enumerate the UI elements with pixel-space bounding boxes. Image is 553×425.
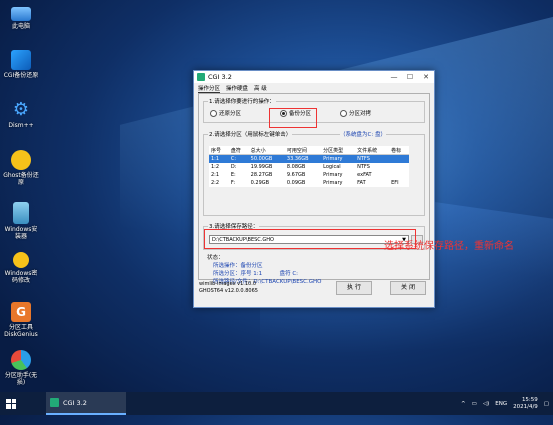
close-window-button[interactable]: ✕ — [418, 73, 434, 81]
status-title: 状态： — [207, 255, 224, 261]
language-indicator[interactable]: ENG — [495, 401, 507, 407]
chevron-up-icon[interactable]: ^ — [461, 401, 466, 407]
desktop-icon-this-pc[interactable]: 此电脑 — [2, 4, 40, 30]
table-header-row: 序号 盘符 总大小 可用空间 分区类型 文件系统 卷标 — [209, 146, 409, 155]
notification-icon[interactable]: ▢ — [544, 401, 549, 407]
partition-table: 序号 盘符 总大小 可用空间 分区类型 文件系统 卷标 1:1 C: 50.00… — [209, 146, 409, 187]
radio-restore[interactable]: 还原分区 — [210, 109, 241, 117]
operation-label: 1.请选择你要进行的操作： — [208, 97, 276, 105]
table-row[interactable]: 1:2 D: 19.99GB 8.08GB Logical NTFS — [209, 163, 409, 171]
battery-icon[interactable]: ▭ — [472, 401, 477, 407]
radio-copy[interactable]: 分区对拷 — [340, 109, 371, 117]
col-index: 序号 — [209, 146, 229, 155]
tab-bar: 操作分区 操作硬盘 高 级 — [194, 83, 434, 93]
key-icon — [13, 252, 29, 268]
desktop-icon-cgi[interactable]: CGI备份还原 — [2, 50, 40, 79]
table-row[interactable]: 2:1 E: 28.27GB 9.67GB Primary exFAT — [209, 171, 409, 179]
col-label: 卷标 — [389, 146, 409, 155]
clock-date: 2021/4/9 — [513, 403, 538, 410]
clock[interactable]: 15:59 2021/4/9 — [513, 397, 538, 411]
tab-partition[interactable]: 操作分区 — [198, 84, 221, 93]
status-partition: 所选分区：序号 1:1 盘符 C: — [213, 271, 299, 277]
volume-icon[interactable]: ◁) — [483, 401, 489, 407]
col-free: 可用空间 — [284, 146, 322, 155]
cgi-app-icon — [197, 73, 205, 81]
col-type: 分区类型 — [321, 146, 356, 155]
diskgenius-icon: G — [11, 302, 31, 322]
tab-advanced[interactable]: 高 级 — [254, 84, 267, 92]
desktop-icon-dism[interactable]: ⚙ Dism++ — [2, 99, 40, 130]
desktop-icon-ghost[interactable]: Ghost备份还原 — [2, 150, 40, 186]
window-title: CGI 3.2 — [208, 73, 232, 81]
clock-time: 15:59 — [521, 396, 538, 403]
table-row[interactable]: 2:2 F: 0.29GB 0.09GB Primary FAT EFI — [209, 179, 409, 187]
ghost-icon — [11, 150, 31, 170]
windows-logo-icon — [6, 398, 16, 409]
ghost-version: GHOST64 v12.0.0.8065 — [199, 288, 258, 294]
system-tray: ^ ▭ ◁) ENG 15:59 2021/4/9 ▢ — [461, 392, 549, 415]
annotation-text: 选择系统保存路径，重新命名 — [384, 241, 514, 252]
col-fs: 文件系统 — [355, 146, 390, 155]
cgi-window: CGI 3.2 — ☐ ✕ 操作分区 操作硬盘 高 级 1.请选择你要进行的操作… — [193, 70, 435, 308]
desktop-icon-windows-password[interactable]: Windows密码修改 — [2, 252, 40, 284]
title-bar[interactable]: CGI 3.2 — ☐ ✕ — [194, 71, 434, 83]
radio-copy-indicator — [340, 109, 347, 117]
cgi-app-icon — [50, 398, 59, 407]
system-disk-link[interactable]: （系统盘为C: 盘） — [340, 130, 386, 138]
col-size: 总大小 — [248, 146, 285, 155]
desktop-icon-partition-assistant[interactable]: 分区助手(无损) — [2, 350, 40, 386]
col-drive: 盘符 — [228, 146, 249, 155]
radio-restore-indicator — [210, 109, 217, 117]
close-button[interactable]: 关 闭 — [390, 281, 426, 295]
taskbar-item-cgi[interactable]: CGI 3.2 — [46, 392, 126, 415]
maximize-button[interactable]: ☐ — [402, 73, 418, 81]
gear-icon: ⚙ — [12, 99, 30, 120]
cgi-backup-icon — [11, 50, 31, 70]
start-button[interactable] — [0, 392, 22, 415]
status-operation: 所选操作：备份分区 — [213, 263, 263, 269]
taskbar: CGI 3.2 ^ ▭ ◁) ENG 15:59 2021/4/9 ▢ — [0, 392, 553, 415]
desktop-icon-diskgenius[interactable]: G 分区工具DiskGenius — [2, 302, 40, 338]
desktop-icon-windows-installer[interactable]: Windows安装器 — [2, 202, 40, 240]
partition-label: 2.请选择分区（用鼠标左键单击） — [209, 132, 292, 138]
version-info: wimlib-imagex v1.10.0 GHOST64 v12.0.0.80… — [199, 281, 258, 295]
partition-assistant-icon — [11, 350, 31, 370]
highlight-box-backup — [269, 108, 317, 128]
minimize-button[interactable]: — — [386, 73, 402, 81]
installer-icon — [13, 202, 29, 224]
execute-button[interactable]: 执 行 — [336, 281, 372, 295]
tab-disk[interactable]: 操作硬盘 — [226, 84, 248, 92]
computer-icon — [11, 7, 31, 21]
table-row[interactable]: 1:1 C: 50.00GB 33.36GB Primary NTFS — [209, 154, 409, 163]
wimlib-version: wimlib-imagex v1.10.0 — [199, 281, 257, 287]
